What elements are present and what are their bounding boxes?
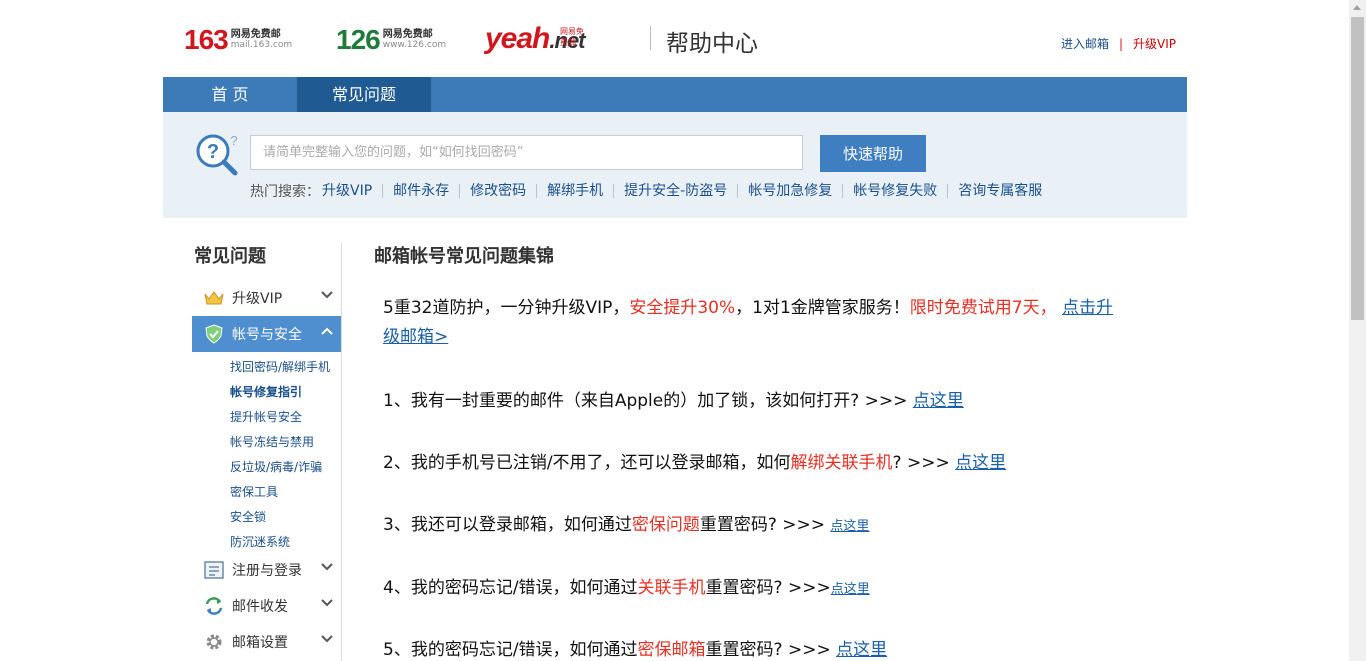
faq-2-link[interactable]: 点这里: [955, 453, 1006, 473]
logo-yeah[interactable]: yeah.net 网易免费邮: [485, 22, 586, 56]
header-divider: [650, 26, 651, 50]
sub-item-freeze-ban[interactable]: 帐号冻结与禁用: [230, 433, 314, 450]
sidebar-item-label: 升级VIP: [232, 291, 283, 307]
top-links: 进入邮箱 | 升级VIP: [1061, 35, 1176, 52]
promo-trial: 限时免费试用7天，: [909, 298, 1057, 318]
hot-link-upgrade-vip[interactable]: 升级VIP: [320, 184, 384, 198]
hot-link-mail-forever[interactable]: 邮件永存: [383, 184, 461, 198]
chevron-up-icon: [321, 327, 333, 335]
sidebar-item-label: 邮箱设置: [232, 635, 288, 651]
sidebar-item-upgrade-vip[interactable]: 升级VIP: [192, 280, 341, 316]
header: 163 网易免费邮 mail.163.com 126 网易免费邮 www.126…: [163, 0, 1187, 77]
page-title: 帮助中心: [666, 31, 758, 57]
logo-163-line1: 网易免费邮: [230, 29, 281, 40]
gear-icon: [203, 631, 225, 653]
faq-item-4: 4、我的密码忘记/错误，如何通过关联手机重置密码? >>>点这里: [383, 578, 870, 598]
hot-link-urgent-repair[interactable]: 帐号加急修复: [738, 184, 844, 198]
sub-item-retrieve-password[interactable]: 找回密码/解绑手机: [230, 358, 330, 375]
hot-searches: 热门搜索： 升级VIP 邮件永存 修改密码 解绑手机 提升安全-防盗号 帐号加急…: [250, 181, 1052, 201]
logo-126-line2: www.126.com: [382, 40, 447, 50]
svg-text:?: ?: [207, 141, 219, 163]
faq-item-3: 3、我还可以登录邮箱，如何通过密保问题重置密码? >>> 点这里: [383, 515, 870, 535]
sidebar-item-register-login[interactable]: 注册与登录: [192, 552, 341, 588]
hot-link-repair-failed[interactable]: 帐号修复失败: [843, 184, 949, 198]
form-icon: [203, 559, 225, 581]
faq-3-link[interactable]: 点这里: [830, 519, 869, 534]
question-magnifier-icon: ? ?: [196, 133, 238, 176]
logo-126-line1: 网易免费邮: [382, 29, 433, 40]
promo-upgrade-link-cont[interactable]: 级邮箱>: [383, 327, 448, 347]
logo-163-number: 163: [184, 24, 229, 55]
sub-item-improve-security[interactable]: 提升帐号安全: [230, 408, 302, 425]
logo-163[interactable]: 163 网易免费邮 mail.163.com: [184, 24, 292, 56]
promo-highlight: 安全提升30%: [629, 298, 736, 318]
upgrade-vip-link[interactable]: 升级VIP: [1133, 35, 1176, 52]
enter-mailbox-link[interactable]: 进入邮箱: [1061, 35, 1109, 52]
sidebar-divider: [341, 243, 342, 661]
faq-item-5: 5、我的密码忘记/错误，如何通过密保邮箱重置密码? >>> 点这里: [383, 640, 888, 660]
hot-search-label: 热门搜索：: [250, 184, 320, 200]
shield-icon: [203, 323, 225, 345]
chevron-down-icon: [321, 563, 333, 571]
promo-line-1: 5重32道防护，一分钟升级VIP，安全提升30%，1对1金牌管家服务！限时免费试…: [383, 298, 1114, 318]
search-panel: ? ? 快速帮助 热门搜索： 升级VIP 邮件永存 修改密码 解绑手机 提升安全…: [163, 112, 1187, 218]
crown-icon: [203, 287, 225, 309]
logo-yeah-tag: 网易免费邮: [560, 27, 584, 47]
sub-item-anti-addiction[interactable]: 防沉迷系统: [230, 533, 290, 550]
main-nav: 首 页 常见问题: [163, 77, 1187, 118]
logo-126-number: 126: [336, 24, 381, 55]
sidebar-item-send-receive[interactable]: 邮件收发: [192, 588, 341, 624]
logo-126[interactable]: 126 网易免费邮 www.126.com: [336, 24, 446, 56]
sub-item-account-repair[interactable]: 帐号修复指引: [230, 383, 302, 400]
page-scrollbar[interactable]: [1349, 0, 1366, 661]
hot-link-vip-service[interactable]: 咨询专属客服: [948, 184, 1052, 198]
sidebar-item-label: 注册与登录: [232, 563, 302, 579]
promo-line-2: 级邮箱>: [383, 322, 448, 347]
chevron-down-icon: [321, 635, 333, 643]
promo-upgrade-link[interactable]: 点击升: [1062, 298, 1113, 318]
chevron-down-icon: [321, 599, 333, 607]
faq-5-link[interactable]: 点这里: [836, 640, 887, 660]
scroll-up-arrow-icon[interactable]: [1353, 5, 1361, 10]
sidebar-item-mailbox-settings[interactable]: 邮箱设置: [192, 624, 341, 660]
tab-home[interactable]: 首 页: [163, 77, 297, 112]
scrollbar-thumb[interactable]: [1351, 17, 1364, 320]
sub-item-security-lock[interactable]: 安全锁: [230, 508, 266, 525]
logo-163-line2: mail.163.com: [230, 40, 293, 50]
quick-help-button[interactable]: 快速帮助: [820, 135, 926, 172]
sync-icon: [203, 595, 225, 617]
sub-item-security-tools[interactable]: 密保工具: [230, 483, 278, 500]
hot-link-change-password[interactable]: 修改密码: [460, 184, 538, 198]
tab-faq[interactable]: 常见问题: [297, 77, 431, 118]
top-links-separator: |: [1118, 36, 1123, 51]
chevron-down-icon: [321, 291, 333, 299]
search-input[interactable]: [250, 135, 803, 170]
hot-link-security[interactable]: 提升安全-防盗号: [614, 184, 739, 198]
sidebar-item-label: 邮件收发: [232, 599, 288, 615]
sidebar-title: 常见问题: [194, 246, 266, 267]
svg-text:?: ?: [230, 133, 237, 148]
faq-item-2: 2、我的手机号已注销/不用了，还可以登录邮箱，如何解绑关联手机? >>> 点这里: [383, 453, 1007, 473]
sidebar-item-label: 帐号与安全: [232, 327, 302, 343]
faq-4-link[interactable]: 点这里: [831, 582, 870, 597]
hot-link-unbind-phone[interactable]: 解绑手机: [537, 184, 615, 198]
content-title: 邮箱帐号常见问题集锦: [374, 246, 554, 267]
sub-item-anti-spam[interactable]: 反垃圾/病毒/诈骗: [230, 458, 322, 475]
faq-item-1: 1、我有一封重要的邮件（来自Apple的）加了锁，该如何打开? >>> 点这里: [383, 391, 964, 411]
sidebar-item-account-security[interactable]: 帐号与安全: [192, 316, 341, 352]
faq-1-link[interactable]: 点这里: [913, 391, 964, 411]
